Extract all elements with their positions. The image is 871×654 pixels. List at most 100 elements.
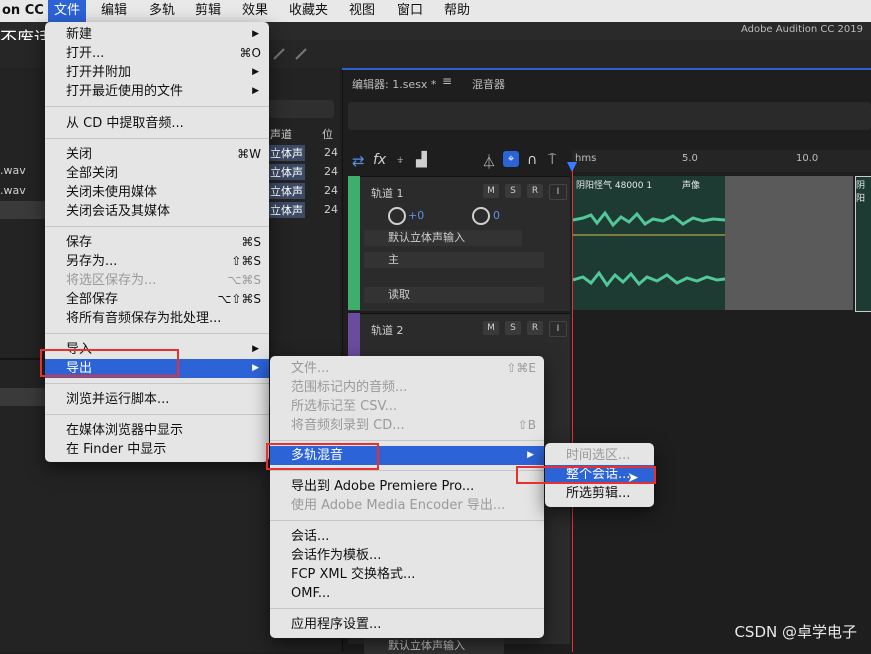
menu-item-selected-clips[interactable]: 所选剪辑... [545,484,654,503]
pan-knob[interactable] [472,207,490,225]
menu-item-save[interactable]: 保存 ⌘S [45,233,269,252]
menu-item-close[interactable]: 关闭 ⌘W [45,145,269,164]
mouse-cursor-icon: ➤ [627,470,639,486]
playhead-line [572,170,573,652]
annotation-box-mixdown [266,443,379,470]
empty-track-region [725,176,853,310]
channel-cell: 立体声 [268,202,305,218]
menu-item-close-unused[interactable]: 关闭未使用媒体 [45,183,269,202]
track-output-select[interactable]: 主 [364,252,544,268]
eq-icon[interactable]: ▟ [416,152,427,168]
tab-editor[interactable]: 编辑器: 1.sesx * [352,76,436,92]
pan-value[interactable]: 0 [493,209,500,222]
menu-item-time-selection: 时间选区... [566,448,631,463]
volume-value[interactable]: +0 [408,209,424,222]
ruler-label: 10.0 [796,153,819,164]
menu-item-export-premiere[interactable]: 导出到 Adobe Premiere Pro... [270,477,544,496]
menu-item-save-as[interactable]: 另存为... ⇧⌘S [45,252,269,271]
export-submenu: 文件... ⇧⌘E 范围标记内的音频... 所选标记至 CSV... 将音频刻录到… [270,356,544,638]
menu-item-session-template[interactable]: 会话作为模板... [270,546,544,565]
menu-separator [45,226,269,227]
files-search-input[interactable] [268,100,334,118]
ruler-label: hms [575,153,597,164]
menu-item-omf[interactable]: OMF... [270,584,544,603]
menu-item-extract-cd[interactable]: 从 CD 中提取音频... [45,114,269,133]
column-header-bits[interactable]: 位 [322,126,333,142]
magnet-icon[interactable]: ∩ [527,152,537,168]
menu-item-app-settings[interactable]: 应用程序设置... [270,615,544,634]
menu-item-save-selection: 将选区保存为... ⌥⌘S [66,273,261,288]
menu-item-session[interactable]: 会话... [270,527,544,546]
clip-title: 阴阳怪气 48000 1 [576,181,653,191]
menu-item-batch-save[interactable]: 将所有音频保存为批处理... [45,309,269,328]
mute-button[interactable]: M [483,184,499,198]
toolbar-tool-icons[interactable] [270,46,330,62]
input-monitor-button[interactable]: I [549,184,567,200]
menu-item-export-markers-csv: 所选标记至 CSV... [291,399,398,414]
channel-cell: 立体声 [268,164,305,180]
mute-button[interactable]: M [483,321,499,335]
bit-cell: 24 [324,146,338,159]
menu-help[interactable]: 帮助 [438,0,476,22]
menu-item-reveal-media-browser[interactable]: 在媒体浏览器中显示 [45,421,269,440]
watermark: CSDN @卓学电子 [734,623,857,641]
menu-item-burn-cd: 将音频刻录到 CD... ⇧B [291,418,536,433]
menu-separator [270,440,544,441]
menu-item-reveal-finder[interactable]: 在 Finder 中显示 [45,440,269,459]
menu-item-open-append[interactable]: 打开并附加 ▶ [45,63,269,82]
file-menu: 新建 ▶ 打开... ⌘O 打开并附加 ▶ 打开最近使用的文件 ▶ 从 CD 中提取音频… [45,22,269,462]
overview-bar[interactable] [348,102,871,130]
clip-waveform [573,210,725,288]
menu-item-close-all[interactable]: 全部关闭 [45,164,269,183]
track-1-name[interactable]: 轨道 1 [371,185,404,201]
marker-icon[interactable]: ⍑ [548,152,556,168]
track-1-color [348,176,360,310]
solo-button[interactable]: S [505,184,521,198]
menu-window[interactable]: 窗口 [391,0,429,22]
clip-2-title: 阴阳 [856,181,866,204]
record-button[interactable]: R [527,184,543,198]
menu-effects[interactable]: 效果 [236,0,274,22]
menu-item-open[interactable]: 打开... ⌘O [45,44,269,63]
editor-tabs: 编辑器: 1.sesx * ≡ 混音器 [342,70,871,94]
column-header-channels[interactable]: 声道 [270,126,292,142]
solo-button[interactable]: S [505,321,521,335]
channel-cell: 立体声 [268,145,305,161]
menu-favorites[interactable]: 收藏夹 [283,0,334,22]
menu-view[interactable]: 视图 [343,0,381,22]
menu-separator [270,470,544,471]
volume-knob[interactable] [388,207,406,225]
file-name[interactable]: .wav [0,164,26,177]
metronome-icon[interactable]: ⏃ [482,152,496,172]
automation-mode-select[interactable]: 读取 [364,287,544,303]
menu-item-open-recent[interactable]: 打开最近使用的文件 ▶ [45,82,269,101]
menu-multitrack[interactable]: 多轨 [143,0,181,22]
menu-item-close-session[interactable]: 关闭会话及其媒体 [45,202,269,221]
tab-menu-icon[interactable]: ≡ [442,74,452,88]
annotation-box-export [40,349,179,377]
menu-item-run-script[interactable]: 浏览并运行脚本... [45,390,269,409]
file-name[interactable]: .wav [0,184,26,197]
swap-icon[interactable]: ⇄ [352,152,365,170]
menu-item-new[interactable]: 新建 ▶ [45,25,269,44]
track-input-select[interactable]: 默认立体声输入 [364,230,522,246]
time-ruler[interactable] [572,150,871,172]
tab-mixer[interactable]: 混音器 [472,76,505,92]
input-monitor-button[interactable]: I [549,321,567,337]
app-menu[interactable]: on CC [0,0,50,22]
menu-item-export-range: 范围标记内的音频... [291,380,408,395]
record-button[interactable]: R [527,321,543,335]
menu-separator [45,106,269,107]
menu-file[interactable]: 文件 [48,0,87,22]
fx-icon[interactable]: fx [373,152,386,168]
menu-item-fcp-xml[interactable]: FCP XML 交换格式... [270,565,544,584]
send-icon[interactable]: ⍖ [396,152,404,168]
snap-icon[interactable]: ⌖ [503,151,519,167]
menu-item-save-all[interactable]: 全部保存 ⌥⇧⌘S [45,290,269,309]
menu-clip[interactable]: 剪辑 [189,0,227,22]
bit-cell: 24 [324,203,338,216]
menu-edit[interactable]: 编辑 [95,0,133,22]
track-2-name[interactable]: 轨道 2 [371,322,404,338]
menu-separator [45,333,269,334]
menu-separator [45,414,269,415]
